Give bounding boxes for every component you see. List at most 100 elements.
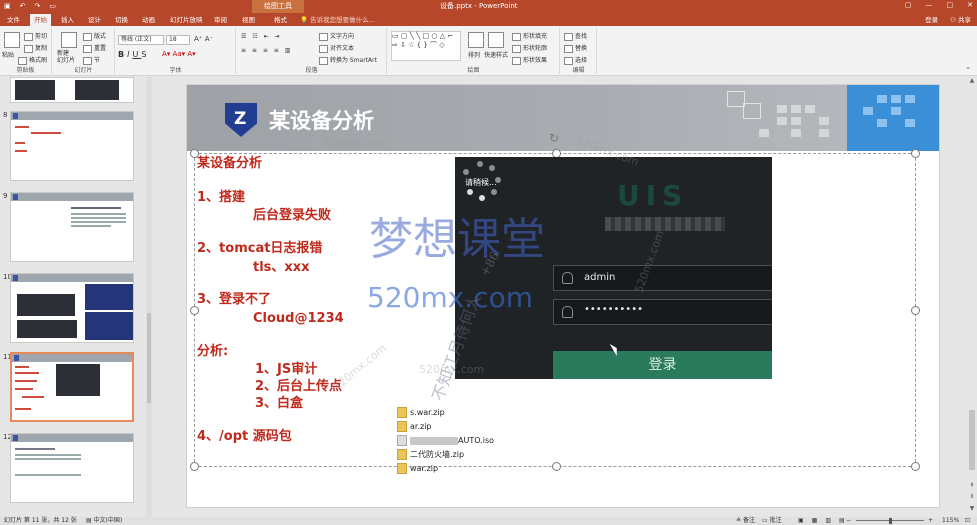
save-icon[interactable]: ▣ — [4, 1, 11, 12]
cut-button[interactable]: 剪切 — [24, 31, 47, 41]
blurred-product-name — [605, 217, 725, 231]
close-icon[interactable]: ✕ — [967, 0, 973, 11]
tab-insert[interactable]: 插入 — [57, 14, 78, 26]
banner-accent-block — [847, 85, 939, 151]
section-button[interactable]: 节 — [83, 55, 100, 65]
login-link[interactable]: 登录 — [925, 14, 938, 26]
shapes-gallery[interactable]: ▭ ▢ ╲ ╲ □ ○ △ ⌐ ⇨ ⇩ ☆ { } ⌒ ◇ — [391, 31, 461, 61]
thumbnail-header — [12, 354, 132, 362]
tab-transitions[interactable]: 切换 — [111, 14, 132, 26]
spellcheck-icon: ▤ — [86, 517, 92, 524]
new-slide-button[interactable]: 新建 幻灯片 — [57, 50, 75, 64]
fit-slide-icon[interactable]: ⊡ — [965, 517, 970, 525]
quick-styles-icon[interactable] — [488, 32, 504, 48]
align-text-button[interactable]: 对齐文本 — [319, 43, 354, 53]
replace-icon — [564, 44, 573, 53]
slide-thumbnail-9[interactable] — [10, 192, 134, 262]
tab-home[interactable]: 开始 — [30, 14, 51, 26]
slide-thumbnail-11-selected[interactable] — [10, 352, 134, 422]
username-value: admin — [584, 272, 616, 283]
resize-handle[interactable] — [190, 462, 199, 471]
minimize-icon[interactable]: — — [926, 0, 933, 11]
slide-thumbnail-12[interactable] — [10, 433, 134, 503]
paste-button[interactable]: 粘贴 — [2, 50, 14, 59]
tab-slideshow[interactable]: 幻灯片放映 — [166, 14, 207, 26]
next-slide-icon[interactable]: ⇟ — [968, 493, 976, 501]
reset-button[interactable]: 重置 — [83, 43, 106, 53]
thumbnail-image — [85, 312, 133, 340]
tab-animations[interactable]: 动画 — [138, 14, 159, 26]
copy-button[interactable]: 复制 — [24, 43, 47, 53]
format-painter-button[interactable]: 格式刷 — [18, 55, 47, 65]
shape-fill-button[interactable]: 形状填充 — [512, 31, 547, 41]
comments-button[interactable]: ▭ 批注 — [762, 517, 782, 525]
font-style-buttons[interactable]: BIUS — [118, 50, 149, 59]
language-label: 中文(中国) — [93, 517, 123, 524]
spinner-dot — [489, 165, 495, 171]
shape-outline-button[interactable]: 形状轮廓 — [512, 43, 547, 53]
shape-effects-button[interactable]: 形状效果 — [512, 55, 547, 65]
zoom-out-icon[interactable]: − — [846, 517, 851, 525]
font-color-button[interactable]: A▾ Aa▾ A▾ — [162, 50, 196, 58]
undo-icon[interactable]: ↶ — [20, 1, 26, 12]
previous-slide-icon[interactable]: ⇞ — [968, 482, 976, 490]
new-slide-icon[interactable] — [61, 32, 77, 48]
tab-format[interactable]: 格式 — [270, 14, 291, 26]
thumbnails-scrollbar[interactable] — [146, 77, 152, 517]
redo-icon[interactable]: ↷ — [35, 1, 41, 12]
resize-handle[interactable] — [911, 306, 920, 315]
resize-handle[interactable] — [911, 149, 920, 158]
font-size-select[interactable]: 18 — [166, 35, 190, 45]
copy-label: 复制 — [35, 45, 48, 52]
quick-styles-button[interactable]: 快速样式 — [484, 50, 508, 59]
scrollbar-thumb[interactable] — [969, 410, 975, 470]
list-buttons[interactable]: ☰ ☷ ⇤ ⇥ — [241, 33, 282, 40]
paste-icon[interactable] — [4, 32, 20, 48]
zoom-slider-thumb[interactable] — [889, 518, 892, 524]
scrollbar-thumb[interactable] — [147, 313, 151, 403]
slide-scrollbar[interactable]: ▲ ⇞ ⇟ ▼ — [967, 77, 977, 517]
tab-design[interactable]: 设计 — [84, 14, 105, 26]
scroll-down-icon[interactable]: ▼ — [968, 505, 976, 513]
tab-review[interactable]: 审阅 — [210, 14, 231, 26]
format-painter-label: 格式刷 — [29, 57, 48, 64]
align-buttons[interactable]: ≡ ≡ ≡ ≡ ▥ — [241, 47, 292, 54]
copy-icon — [24, 44, 33, 53]
select-button[interactable]: 选择 — [564, 55, 587, 65]
collapse-ribbon-icon[interactable]: ⌃ — [965, 66, 971, 74]
scroll-up-icon[interactable]: ▲ — [968, 77, 976, 85]
replace-button[interactable]: 替换 — [564, 43, 587, 53]
maximize-icon[interactable]: □ — [947, 0, 954, 11]
slide-thumbnail-7[interactable] — [10, 77, 134, 103]
resize-handle[interactable] — [911, 462, 920, 471]
slide-canvas[interactable]: Z 某设备分析 ↻ 某设备分析 1、搭建 后台登录失败 2、tomcat日志报错… — [186, 84, 940, 508]
arrange-button[interactable]: 排列 — [468, 50, 480, 59]
body-line: 3、白盒 — [255, 396, 304, 411]
slide-thumbnail-10[interactable] — [10, 273, 134, 343]
paint-bucket-icon — [512, 32, 521, 41]
ribbon-display-icon[interactable]: ▢ — [905, 0, 912, 11]
tab-view[interactable]: 视图 — [238, 14, 259, 26]
rotate-handle-icon[interactable]: ↻ — [549, 131, 559, 145]
tell-me-search[interactable]: 💡 告诉我您想要做什么... — [300, 14, 375, 26]
slide-title: 某设备分析 — [269, 109, 374, 133]
zoom-in-icon[interactable]: + — [928, 517, 933, 525]
arrange-icon[interactable] — [468, 32, 484, 48]
grow-font-button[interactable]: A⁺ A⁻ — [194, 35, 213, 43]
find-button[interactable]: 查找 — [564, 31, 587, 41]
share-button[interactable]: ⚇ 共享 — [950, 14, 971, 26]
slide-thumbnail-8[interactable] — [10, 111, 134, 181]
resize-handle[interactable] — [552, 462, 561, 471]
slideshow-icon[interactable]: ▭ — [49, 1, 56, 12]
font-name-select[interactable]: 等线 (正文) — [118, 35, 164, 45]
view-buttons[interactable]: ▣▦▥▤ — [798, 517, 853, 525]
text-direction-button[interactable]: 文字方向 — [319, 31, 354, 41]
zoom-level[interactable]: 115% — [942, 517, 959, 525]
notes-button[interactable]: ≙ 备注 — [736, 517, 755, 525]
tab-file[interactable]: 文件 — [3, 14, 24, 26]
language-indicator[interactable]: ▤ 中文(中国) — [86, 517, 122, 525]
iso-file-icon — [397, 435, 407, 446]
smartart-button[interactable]: 转换为 SmartArt — [319, 55, 377, 65]
password-value: •••••••••• — [584, 304, 643, 315]
layout-button[interactable]: 版式 — [83, 31, 106, 41]
